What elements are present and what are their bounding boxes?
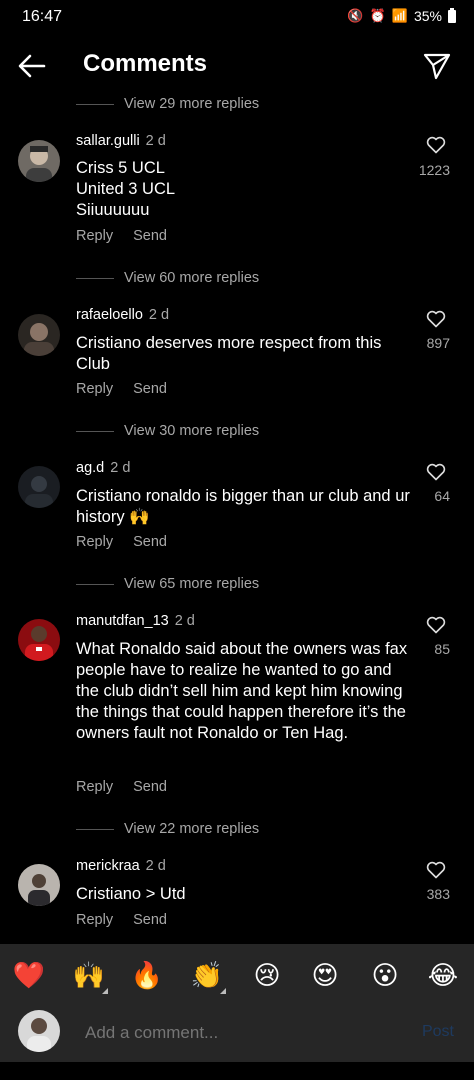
send-button[interactable]: Send bbox=[133, 228, 167, 244]
send-button[interactable]: Send bbox=[133, 534, 167, 550]
clapping-emoji-icon[interactable]: 👏 bbox=[190, 958, 226, 994]
raised-hands-emoji-icon[interactable]: 🙌 bbox=[72, 958, 108, 994]
comment-text: Cristiano > Utd bbox=[76, 885, 186, 903]
comment-actions: Reply Send bbox=[76, 228, 167, 244]
like-heart-icon[interactable] bbox=[426, 310, 446, 328]
comment-actions: Reply Send bbox=[76, 912, 167, 928]
avatar[interactable] bbox=[18, 1010, 60, 1052]
reply-button[interactable]: Reply bbox=[76, 779, 113, 795]
heart-eyes-emoji-icon[interactable]: 😍 bbox=[308, 958, 342, 992]
avatar[interactable] bbox=[18, 140, 60, 182]
like-count: 85 bbox=[434, 641, 450, 657]
like-count: 1223 bbox=[418, 162, 450, 178]
back-arrow-icon[interactable] bbox=[16, 52, 48, 80]
laughing-emoji-icon[interactable]: 😂 bbox=[426, 958, 460, 992]
page-title: Comments bbox=[83, 50, 208, 77]
like-count: 64 bbox=[434, 488, 450, 504]
comment-actions: Reply Send bbox=[76, 381, 167, 397]
comment-username[interactable]: manutdfan_13 2 d bbox=[76, 613, 195, 629]
view-more-replies[interactable]: View 60 more replies bbox=[76, 268, 259, 288]
view-more-replies[interactable]: View 65 more replies bbox=[76, 574, 259, 594]
send-button[interactable]: Send bbox=[133, 912, 167, 928]
navigation-strip bbox=[0, 1062, 474, 1080]
avatar[interactable] bbox=[18, 864, 60, 906]
view-more-replies[interactable]: View 30 more replies bbox=[76, 421, 259, 441]
fire-emoji-icon[interactable]: 🔥 bbox=[130, 958, 164, 992]
status-icons: 🔇 ⏰ 📶 35% bbox=[347, 7, 456, 24]
comment-username[interactable]: ag.d 2 d bbox=[76, 460, 130, 476]
status-time: 16:47 bbox=[22, 8, 63, 25]
comment-username[interactable]: sallar.gulli 2 d bbox=[76, 133, 166, 149]
reply-button[interactable]: Reply bbox=[76, 534, 113, 550]
surprised-emoji-icon[interactable]: 😮 bbox=[368, 958, 402, 992]
comment-username[interactable]: rafaeloello 2 d bbox=[76, 307, 169, 323]
battery-icon bbox=[448, 7, 456, 23]
view-more-replies[interactable]: View 22 more replies bbox=[76, 819, 259, 839]
comment-text: Cristiano deserves more respect from thi… bbox=[76, 334, 382, 373]
like-heart-icon[interactable] bbox=[426, 616, 446, 634]
view-more-replies[interactable]: View 29 more replies bbox=[76, 94, 259, 114]
comment-input[interactable] bbox=[83, 1022, 387, 1044]
heart-emoji-icon[interactable]: ❤️ bbox=[12, 958, 46, 992]
quick-reactions-bar: ❤️ 🙌 🔥 👏 😢 😍 😮 😂 bbox=[0, 944, 474, 1006]
like-count: 897 bbox=[426, 335, 450, 351]
send-button[interactable]: Send bbox=[133, 381, 167, 397]
comment-actions: Reply Send bbox=[76, 534, 167, 550]
avatar[interactable] bbox=[18, 619, 60, 661]
like-heart-icon[interactable] bbox=[426, 136, 446, 154]
comment-actions: Reply Send bbox=[76, 779, 167, 795]
avatar[interactable] bbox=[18, 314, 60, 356]
battery-percent: 35% bbox=[413, 8, 442, 24]
comment-text: What Ronaldo said about the owners was f… bbox=[76, 640, 408, 742]
wifi-icon: 📶 bbox=[391, 8, 408, 23]
reply-button[interactable]: Reply bbox=[76, 228, 113, 244]
comment-text: Cristiano ronaldo is bigger than ur club… bbox=[76, 487, 410, 526]
like-heart-icon[interactable] bbox=[426, 861, 446, 879]
send-button[interactable]: Send bbox=[133, 779, 167, 795]
reply-button[interactable]: Reply bbox=[76, 912, 113, 928]
like-heart-icon[interactable] bbox=[426, 463, 446, 481]
comment-username[interactable]: merickraa 2 d bbox=[76, 858, 166, 874]
avatar[interactable] bbox=[18, 466, 60, 508]
crying-emoji-icon[interactable]: 😢 bbox=[250, 958, 284, 992]
post-button[interactable]: Post bbox=[422, 1023, 454, 1041]
mute-icon: 🔇 bbox=[347, 8, 364, 23]
comment-text: Criss 5 UCL United 3 UCL Siiuuuuuu bbox=[76, 159, 176, 219]
send-icon[interactable] bbox=[422, 52, 452, 80]
like-count: 383 bbox=[426, 886, 450, 902]
reply-button[interactable]: Reply bbox=[76, 381, 113, 397]
alarm-icon: ⏰ bbox=[369, 8, 386, 23]
